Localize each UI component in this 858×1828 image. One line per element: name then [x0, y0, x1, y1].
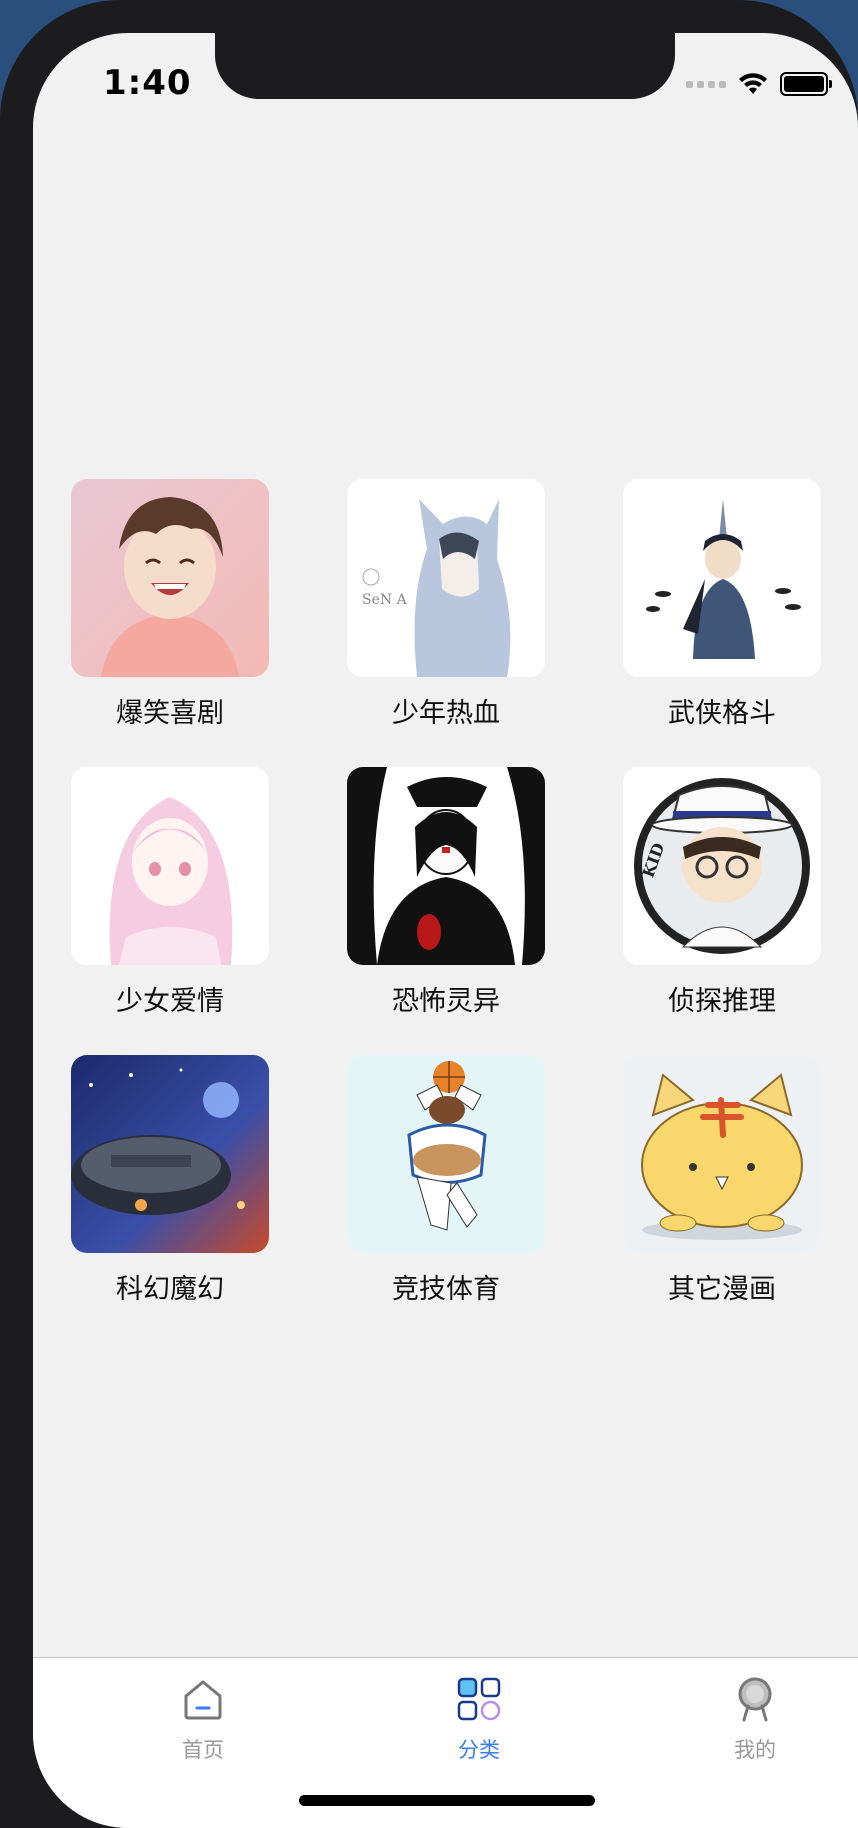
tab-category[interactable]: 分类	[409, 1674, 549, 1764]
category-label: 其它漫画	[668, 1274, 776, 1305]
app-screen: 1:40 爆笑喜剧 SeN A 少年热血 武侠格斗 少女爱情 恐怖灵异 KID …	[33, 33, 858, 1828]
tab-mine[interactable]: 我的	[685, 1674, 825, 1764]
cellular-signal-icon	[686, 80, 726, 88]
detective-kid-thumbnail: KID	[623, 767, 821, 965]
category-grid-icon	[454, 1674, 504, 1724]
tab-home[interactable]: 首页	[133, 1674, 273, 1764]
laughing-boy-thumbnail	[71, 479, 269, 677]
category-label: 武侠格斗	[668, 698, 776, 729]
profile-icon	[730, 1674, 780, 1724]
basketball-player-thumbnail	[347, 1055, 545, 1253]
battery-icon	[780, 72, 832, 96]
category-item-comedy[interactable]: 爆笑喜剧	[71, 479, 271, 730]
spaceship-thumbnail	[71, 1055, 269, 1253]
wifi-icon	[739, 73, 767, 94]
device-notch	[215, 33, 675, 99]
category-item-shonen[interactable]: SeN A 少年热血	[347, 479, 547, 730]
category-item-martial[interactable]: 武侠格斗	[623, 479, 823, 730]
status-time: 1:40	[103, 63, 192, 103]
status-indicators	[686, 69, 832, 99]
home-indicator[interactable]	[299, 1795, 595, 1806]
category-label: 恐怖灵异	[392, 986, 500, 1017]
tab-label: 首页	[182, 1738, 224, 1762]
category-label: 少女爱情	[116, 986, 224, 1017]
category-item-romance[interactable]: 少女爱情	[71, 767, 271, 1018]
category-label: 竞技体育	[392, 1274, 500, 1305]
martial-warrior-thumbnail	[623, 479, 821, 677]
category-item-scifi[interactable]: 科幻魔幻	[71, 1055, 271, 1306]
category-label: 侦探推理	[668, 986, 776, 1017]
yellow-cat-thumbnail	[623, 1055, 821, 1253]
hooded-boy-thumbnail: SeN A	[347, 479, 545, 677]
svg-text:SeN A: SeN A	[362, 592, 408, 608]
category-item-sports[interactable]: 竞技体育	[347, 1055, 547, 1306]
tab-label: 我的	[734, 1738, 776, 1762]
category-item-horror[interactable]: 恐怖灵异	[347, 767, 547, 1018]
home-icon	[178, 1674, 228, 1724]
category-label: 科幻魔幻	[116, 1274, 224, 1305]
category-label: 爆笑喜剧	[116, 698, 224, 729]
category-item-other[interactable]: 其它漫画	[623, 1055, 823, 1306]
tab-label: 分类	[458, 1738, 500, 1762]
horror-figure-thumbnail	[347, 767, 545, 965]
pink-girl-thumbnail	[71, 767, 269, 965]
category-item-detective[interactable]: KID 侦探推理	[623, 767, 823, 1018]
category-label: 少年热血	[392, 698, 500, 729]
